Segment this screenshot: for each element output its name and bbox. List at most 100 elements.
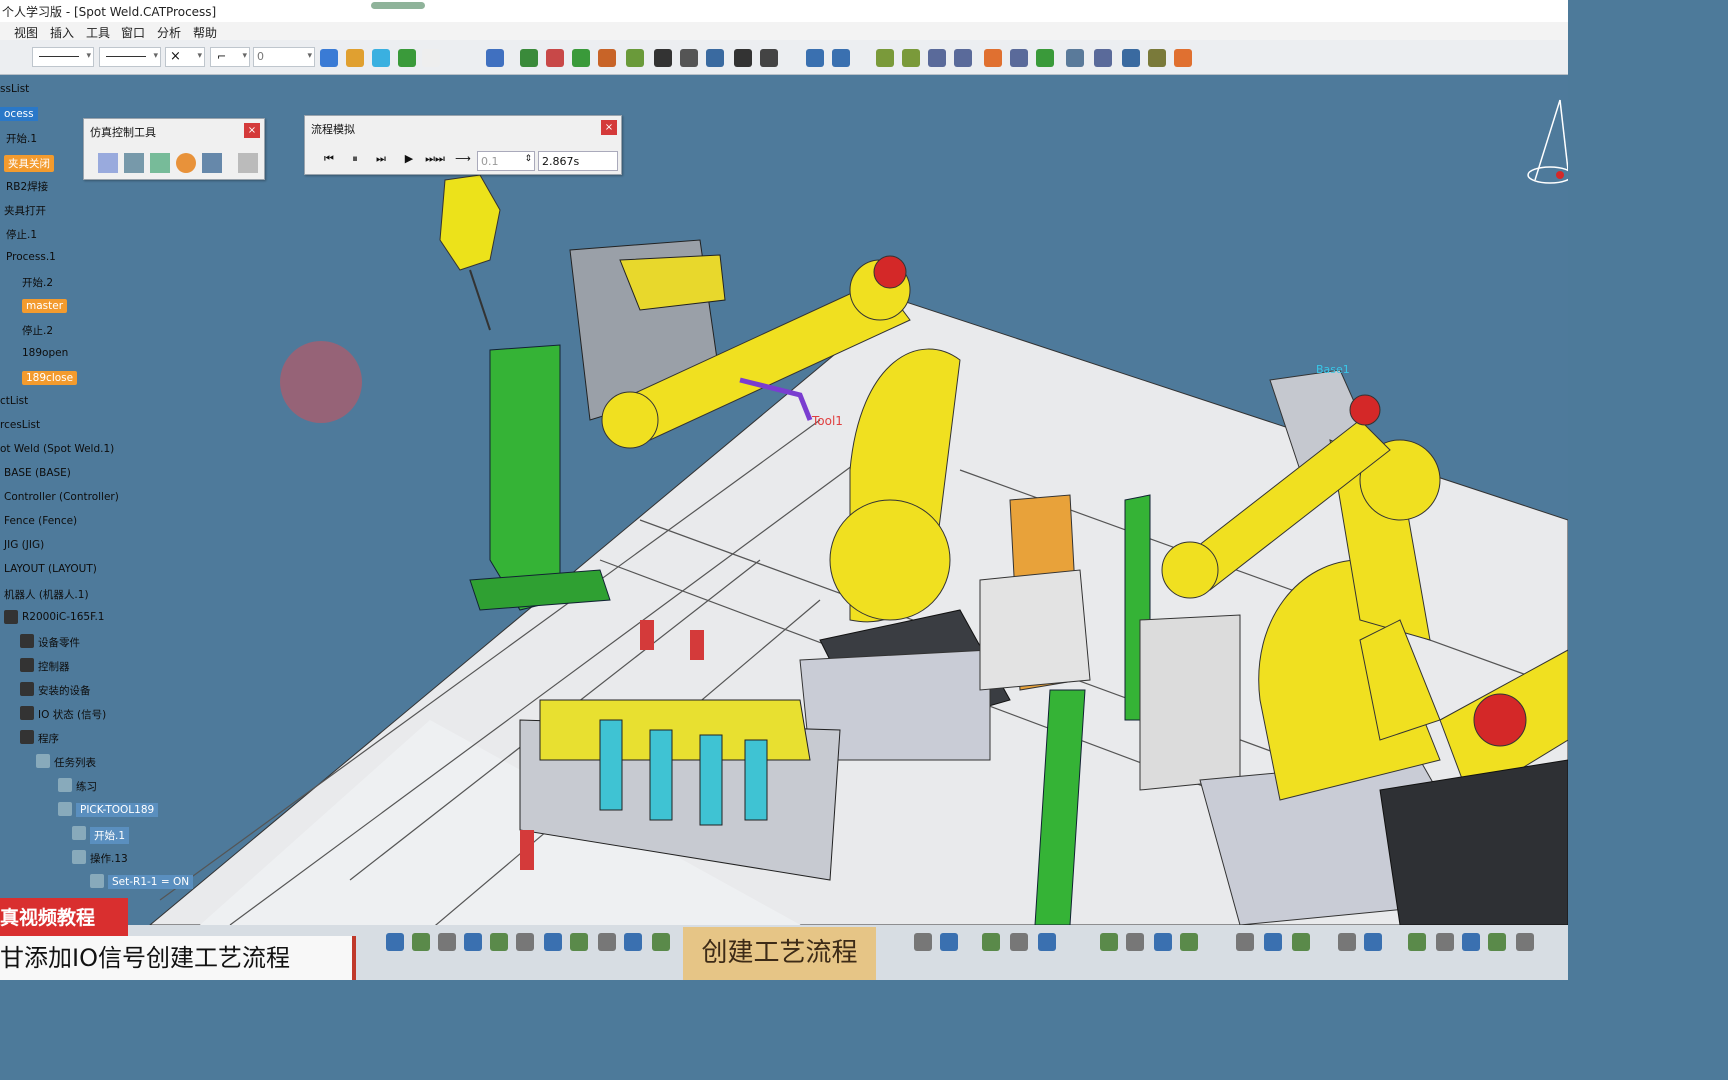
tree-node[interactable]: Set-R1-1 = ON	[108, 875, 194, 889]
bottom-toolbar-icon-7[interactable]	[544, 933, 562, 951]
pause-button[interactable]: ⏸	[345, 149, 365, 169]
bottom-toolbar-icon-8[interactable]	[570, 933, 588, 951]
toolbar-icon-27[interactable]	[1094, 49, 1112, 67]
line-weight-combo[interactable]: ▾	[99, 47, 161, 67]
bottom-toolbar-icon-18[interactable]	[1126, 933, 1144, 951]
toolbar-icon-5[interactable]	[422, 49, 440, 67]
tree-node[interactable]: 设备零件	[38, 635, 80, 650]
layer-value-combo[interactable]: 0 ▾	[253, 47, 315, 67]
toolbar-icon-12[interactable]	[654, 49, 672, 67]
toolbar-icon-28[interactable]	[1122, 49, 1140, 67]
toolbar-icon-20[interactable]	[902, 49, 920, 67]
bottom-toolbar-icon-27[interactable]	[1436, 933, 1454, 951]
toolbar-icon-23[interactable]	[984, 49, 1002, 67]
toolbar-icon-15[interactable]	[734, 49, 752, 67]
menu-window[interactable]: 窗口	[121, 24, 145, 41]
bottom-toolbar-icon-5[interactable]	[490, 933, 508, 951]
step-input[interactable]: 0.1 ⇕	[477, 151, 535, 171]
tree-node[interactable]: R2000iC-165F.1	[22, 611, 104, 623]
toolbar-icon-25[interactable]	[1036, 49, 1054, 67]
bottom-toolbar-icon-23[interactable]	[1292, 933, 1310, 951]
bottom-toolbar-icon-24[interactable]	[1338, 933, 1356, 951]
tree-node[interactable]: 夹具关闭	[4, 155, 54, 172]
tree-node[interactable]: Controller (Controller)	[4, 491, 119, 503]
tree-node[interactable]: 安装的设备	[38, 683, 91, 698]
bottom-toolbar-icon-17[interactable]	[1100, 933, 1118, 951]
specification-tree[interactable]: ssList ocess 开始.1 夹具关闭 RB2焊接 夹具打开 停止.1 Process.…	[0, 75, 200, 925]
sim-run-icon[interactable]	[176, 153, 196, 173]
toolbar-icon-7[interactable]	[520, 49, 538, 67]
toolbar-icon-30[interactable]	[1174, 49, 1192, 67]
point-style-combo[interactable]: × ▾	[165, 47, 205, 67]
bottom-toolbar-icon-22[interactable]	[1264, 933, 1282, 951]
toolbar-icon-11[interactable]	[626, 49, 644, 67]
menu-insert[interactable]: 插入	[50, 24, 74, 41]
line-type-combo[interactable]: ▾	[32, 47, 94, 67]
menu-tools[interactable]: 工具	[86, 24, 110, 41]
tree-node[interactable]: master	[22, 299, 68, 313]
process-sim-close-button[interactable]: ×	[601, 120, 617, 135]
toolbar-icon-8[interactable]	[546, 49, 564, 67]
toolbar-icon-6[interactable]	[486, 49, 504, 67]
tree-node[interactable]: PICK-TOOL189	[76, 803, 159, 817]
tree-node[interactable]: Fence (Fence)	[4, 515, 77, 527]
toolbar-icon-24[interactable]	[1010, 49, 1028, 67]
sim-layout-icon[interactable]	[98, 153, 118, 173]
tree-node[interactable]: 任务列表	[54, 755, 96, 770]
toolbar-icon-22[interactable]	[954, 49, 972, 67]
tree-node[interactable]: 停止.1	[6, 227, 37, 242]
toolbar-icon-13[interactable]	[680, 49, 698, 67]
tree-node[interactable]: 停止.2	[22, 323, 53, 338]
bottom-toolbar-icon-21[interactable]	[1236, 933, 1254, 951]
tree-node[interactable]: ot Weld (Spot Weld.1)	[0, 443, 114, 455]
sim-device-icon[interactable]	[124, 153, 144, 173]
bottom-toolbar-icon-3[interactable]	[438, 933, 456, 951]
toolbar-icon-9[interactable]	[572, 49, 590, 67]
sim-matrix-icon[interactable]	[202, 153, 222, 173]
tree-node[interactable]: rcesList	[0, 419, 40, 431]
3d-viewport[interactable]: Tool1 Base1 ssList ocess 开始.1 夹具关闭 RB2焊接 夹具打开…	[0, 75, 1568, 925]
tree-node[interactable]: 练习	[76, 779, 97, 794]
bottom-toolbar-icon-6[interactable]	[516, 933, 534, 951]
tree-node[interactable]: BASE (BASE)	[4, 467, 71, 479]
tree-node[interactable]: 控制器	[38, 659, 70, 674]
toolbar-icon-29[interactable]	[1148, 49, 1166, 67]
tree-node[interactable]: JIG (JIG)	[4, 539, 44, 551]
bottom-toolbar-icon-19[interactable]	[1154, 933, 1172, 951]
bottom-toolbar-icon-10[interactable]	[624, 933, 642, 951]
toolbar-icon-26[interactable]	[1066, 49, 1084, 67]
step-back-button[interactable]: ⏭	[371, 149, 391, 169]
bottom-toolbar-icon-26[interactable]	[1408, 933, 1426, 951]
tree-node[interactable]: ocess	[0, 107, 38, 121]
tree-node[interactable]: IO 状态 (信号)	[38, 707, 106, 722]
bottom-toolbar-icon-28[interactable]	[1462, 933, 1480, 951]
layer-combo[interactable]: ⌐ ▾	[210, 47, 250, 67]
tree-node[interactable]: 189open	[22, 347, 68, 359]
bottom-toolbar-icon-30[interactable]	[1516, 933, 1534, 951]
tree-node[interactable]: 操作.13	[90, 851, 128, 866]
window-drag-grip[interactable]	[371, 2, 425, 9]
bottom-toolbar-icon-4[interactable]	[464, 933, 482, 951]
fast-forward-button[interactable]: ⏭⏭	[425, 149, 445, 169]
bottom-toolbar-icon-13[interactable]	[940, 933, 958, 951]
compass-icon[interactable]	[1527, 99, 1568, 184]
bottom-toolbar-icon-29[interactable]	[1488, 933, 1506, 951]
sim-tree-icon[interactable]	[150, 153, 170, 173]
tree-node[interactable]: ssList	[0, 83, 29, 95]
toolbar-icon-1[interactable]	[320, 49, 338, 67]
bottom-toolbar-icon-11[interactable]	[652, 933, 670, 951]
sim-control-close-button[interactable]: ×	[244, 123, 260, 138]
menu-view[interactable]: 视图	[14, 24, 38, 41]
tree-node[interactable]: ctList	[0, 395, 28, 407]
menu-help[interactable]: 帮助	[193, 24, 217, 41]
toolbar-icon-18[interactable]	[832, 49, 850, 67]
tree-node[interactable]: 程序	[38, 731, 59, 746]
step-mode-button[interactable]: ⟶	[453, 149, 473, 169]
tree-node[interactable]: 开始.2	[22, 275, 53, 290]
toolbar-icon-16[interactable]	[760, 49, 778, 67]
toolbar-icon-2[interactable]	[346, 49, 364, 67]
toolbar-icon-4[interactable]	[398, 49, 416, 67]
bottom-toolbar-icon-9[interactable]	[598, 933, 616, 951]
toolbar-icon-3[interactable]	[372, 49, 390, 67]
menu-analysis[interactable]: 分析	[157, 24, 181, 41]
